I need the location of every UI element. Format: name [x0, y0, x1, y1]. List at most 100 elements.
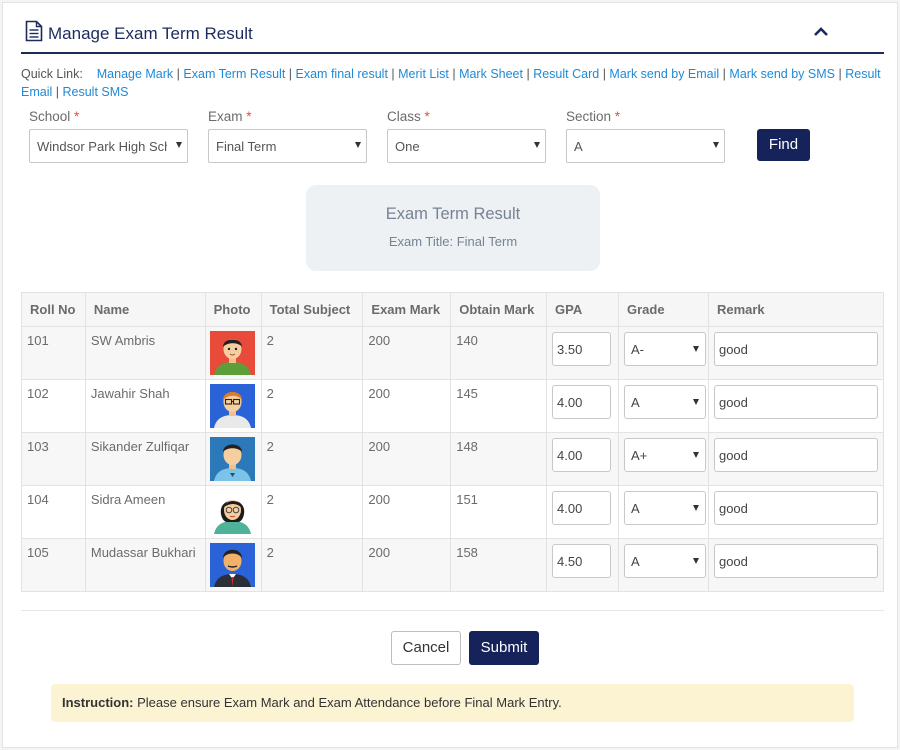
school-select[interactable]: Windsor Park High School [29, 129, 188, 163]
result-box-title: Exam Term Result [385, 205, 521, 223]
school-label: School * [29, 109, 80, 124]
column-header: Total Subject [260, 292, 364, 327]
divider [21, 610, 884, 611]
find-button[interactable]: Find [757, 129, 810, 161]
roll-cell: 104 [21, 485, 86, 539]
exam-label: Exam * [208, 109, 252, 124]
dropdown-arrow-icon [713, 142, 719, 148]
result-summary-box: Exam Term Result Exam Title: Final Term [306, 185, 600, 271]
dropdown-arrow-icon [692, 346, 699, 352]
instruction-alert: Instruction: Please ensure Exam Mark and… [51, 684, 854, 722]
quick-link-manage-mark[interactable]: Manage Mark [97, 67, 173, 81]
quick-link-mark-send-email[interactable]: Mark send by Email [609, 67, 719, 81]
dropdown-arrow-icon [692, 558, 699, 564]
photo-cell [204, 379, 262, 433]
dropdown-arrow-icon [355, 142, 361, 148]
total-subject-cell: 2 [260, 432, 364, 486]
column-header: Remark [707, 292, 885, 327]
column-header: Photo [204, 292, 262, 327]
panel-header: Manage Exam Term Result [21, 17, 884, 54]
class-label: Class * [387, 109, 430, 124]
roll-cell: 103 [21, 432, 86, 486]
gpa-input[interactable]: 4.50 [552, 544, 612, 578]
photo-cell [204, 432, 262, 486]
obtain-mark-cell: 151 [450, 485, 548, 539]
column-header: Grade [617, 292, 709, 327]
submit-button[interactable]: Submit [469, 631, 539, 665]
name-cell: Jawahir Shah [84, 379, 206, 433]
gpa-input[interactable]: 4.00 [552, 491, 612, 525]
dropdown-arrow-icon [692, 399, 699, 405]
quick-link-result-card[interactable]: Result Card [533, 67, 599, 81]
document-icon [25, 20, 43, 42]
grade-select[interactable]: A- [623, 332, 706, 366]
remark-input[interactable]: good [713, 385, 878, 419]
dropdown-arrow-icon [534, 142, 540, 148]
gpa-input[interactable]: 3.50 [552, 332, 612, 366]
grade-select[interactable]: A [623, 491, 706, 525]
name-cell: Mudassar Bukhari [84, 538, 206, 592]
remark-input[interactable]: good [713, 544, 878, 578]
roll-cell: 102 [21, 379, 86, 433]
student-avatar-image [209, 543, 255, 587]
photo-cell [204, 538, 262, 592]
page-title: Manage Exam Term Result [48, 24, 253, 43]
instruction-text: Please ensure Exam Mark and Exam Attenda… [137, 695, 562, 710]
school-filter: School * Windsor Park High School [29, 109, 188, 163]
obtain-mark-cell: 145 [450, 379, 548, 433]
dropdown-arrow-icon [692, 505, 699, 511]
exam-mark-cell: 200 [362, 379, 452, 433]
photo-cell [204, 326, 262, 380]
manage-exam-term-result-panel: Manage Exam Term Result Quick Link: Mana… [2, 2, 898, 748]
quick-link-merit-list[interactable]: Merit List [398, 67, 449, 81]
obtain-mark-cell: 140 [450, 326, 548, 380]
total-subject-cell: 2 [260, 538, 364, 592]
quick-link-exam-term-result[interactable]: Exam Term Result [183, 67, 285, 81]
exam-mark-cell: 200 [362, 326, 452, 380]
section-filter: Section * A [566, 109, 725, 163]
exam-select[interactable]: Final Term [208, 129, 367, 163]
quick-link-exam-final-result[interactable]: Exam final result [296, 67, 388, 81]
section-select[interactable]: A [566, 129, 725, 163]
column-header: GPA [546, 292, 619, 327]
exam-mark-cell: 200 [362, 485, 452, 539]
total-subject-cell: 2 [260, 326, 364, 380]
total-subject-cell: 2 [260, 485, 364, 539]
grade-select[interactable]: A [623, 544, 706, 578]
gpa-input[interactable]: 4.00 [552, 438, 612, 472]
table-row: 101 SW Ambris 2 200 140 3.50 A- good [21, 326, 885, 380]
table-row: 104 Sidra Ameen 2 200 151 4.00 A good [21, 485, 885, 539]
remark-input[interactable]: good [713, 438, 878, 472]
roll-cell: 105 [21, 538, 86, 592]
section-label: Section * [566, 109, 621, 124]
student-avatar-image [209, 490, 255, 534]
quick-link-result-sms[interactable]: Result SMS [62, 85, 128, 99]
instruction-label: Instruction: [62, 695, 134, 710]
remark-input[interactable]: good [713, 332, 878, 366]
name-cell: Sikander Zulfiqar [84, 432, 206, 486]
grade-select[interactable]: A+ [623, 438, 706, 472]
grade-select[interactable]: A [623, 385, 706, 419]
remark-input[interactable]: good [713, 491, 878, 525]
student-avatar-image [209, 437, 255, 481]
name-cell: SW Ambris [84, 326, 206, 380]
quick-link-mark-send-sms[interactable]: Mark send by SMS [729, 67, 835, 81]
result-box-subtitle: Exam Title: Final Term [388, 234, 518, 249]
quick-links: Quick Link: Manage Mark | Exam Term Resu… [21, 67, 881, 99]
gpa-input[interactable]: 4.00 [552, 385, 612, 419]
result-table: Roll No Name Photo Total Subject Exam Ma… [21, 292, 885, 592]
cancel-button[interactable]: Cancel [391, 631, 461, 665]
photo-cell [204, 485, 262, 539]
column-header: Obtain Mark [450, 292, 548, 327]
chevron-up-icon[interactable] [810, 23, 832, 41]
column-header: Exam Mark [362, 292, 452, 327]
name-cell: Sidra Ameen [84, 485, 206, 539]
exam-mark-cell: 200 [362, 432, 452, 486]
column-header: Roll No [21, 292, 86, 327]
class-select[interactable]: One [387, 129, 546, 163]
table-row: 105 Mudassar Bukhari 2 200 158 4.50 A go… [21, 538, 885, 592]
exam-filter: Exam * Final Term [208, 109, 367, 163]
total-subject-cell: 2 [260, 379, 364, 433]
quick-link-mark-sheet[interactable]: Mark Sheet [459, 67, 523, 81]
class-filter: Class * One [387, 109, 546, 163]
